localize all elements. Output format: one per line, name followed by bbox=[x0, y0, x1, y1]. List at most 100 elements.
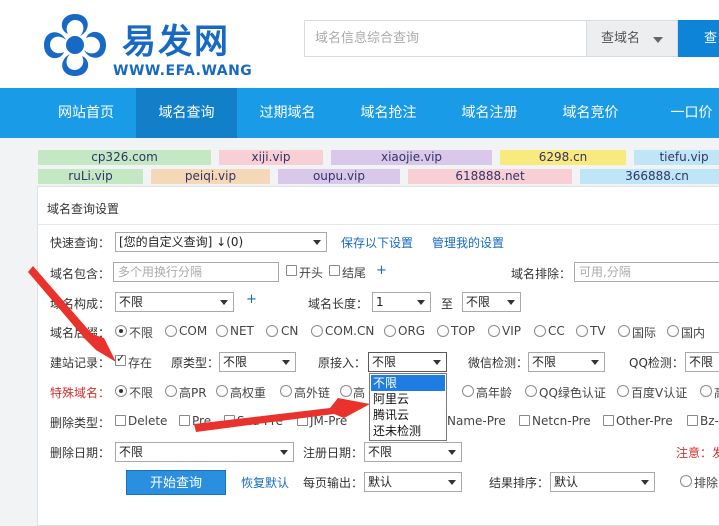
sort-label: 结果排序： bbox=[489, 476, 550, 490]
caret-down-icon bbox=[591, 360, 599, 365]
length-min-select[interactable]: 1 bbox=[372, 292, 431, 312]
origin-access-select[interactable]: 不限 bbox=[368, 352, 447, 372]
domain-chip[interactable]: tiefu.vip bbox=[634, 150, 719, 165]
suffix-radio[interactable] bbox=[165, 325, 177, 337]
caret-down-icon bbox=[282, 360, 290, 365]
domain-chip[interactable]: 366888.cn bbox=[580, 169, 719, 184]
delete-type-checkbox[interactable] bbox=[519, 415, 530, 426]
special-radio[interactable] bbox=[462, 385, 474, 397]
suffix-radio[interactable] bbox=[488, 325, 500, 337]
special-radio[interactable] bbox=[525, 385, 537, 397]
domain-chip[interactable]: 618888.net bbox=[408, 169, 572, 184]
starts-with-checkbox[interactable] bbox=[286, 265, 297, 276]
domain-chip[interactable]: 6298.cn bbox=[500, 150, 626, 165]
compose-select[interactable]: 不限 bbox=[115, 292, 234, 312]
delete-date-label: 删除日期： bbox=[50, 446, 111, 460]
ends-with-checkbox[interactable] bbox=[329, 265, 340, 276]
manage-settings-link[interactable]: 管理我的设置 bbox=[432, 234, 504, 251]
special-radio[interactable] bbox=[115, 385, 127, 397]
special-radio[interactable] bbox=[280, 385, 292, 397]
nav-home[interactable]: 网站首页 bbox=[36, 88, 136, 138]
domain-chip[interactable]: xiaojie.vip bbox=[331, 150, 492, 165]
nav-register[interactable]: 域名注册 bbox=[439, 88, 540, 138]
wechat-check-select[interactable]: 不限 bbox=[528, 352, 605, 372]
nav-expired[interactable]: 过期域名 bbox=[237, 88, 338, 138]
domain-chip[interactable]: xiji.vip bbox=[219, 150, 323, 165]
suffix-radio[interactable] bbox=[576, 325, 588, 337]
special-radio[interactable] bbox=[700, 385, 712, 397]
suffix-radio[interactable] bbox=[618, 325, 630, 337]
nav-snap[interactable]: 域名抢注 bbox=[338, 88, 439, 138]
delete-type-checkbox[interactable] bbox=[115, 415, 126, 426]
per-page-label: 每页输出： bbox=[303, 476, 364, 490]
caret-down-icon bbox=[448, 480, 456, 485]
suffix-radio[interactable] bbox=[437, 325, 449, 337]
dropdown-option[interactable]: 阿里云 bbox=[371, 391, 445, 407]
quick-query-select[interactable]: [您的自定义查询] ↓(0) bbox=[115, 232, 327, 252]
special-option: 高 bbox=[714, 384, 719, 401]
reset-default-link[interactable]: 恢复默认 bbox=[241, 474, 289, 491]
contain-label: 域名包含： bbox=[50, 267, 111, 281]
caret-down-icon bbox=[417, 300, 425, 305]
domain-chip[interactable]: cp326.com bbox=[38, 150, 211, 165]
delete-type-checkbox[interactable] bbox=[297, 415, 308, 426]
reg-date-select[interactable]: 不限 bbox=[364, 442, 462, 462]
logo-icon[interactable] bbox=[40, 10, 110, 80]
delete-type-checkbox[interactable] bbox=[687, 415, 698, 426]
nav-fixed-price[interactable]: 一口价 bbox=[641, 88, 719, 138]
add-icon[interactable]: + bbox=[376, 263, 387, 278]
caret-down-icon bbox=[653, 37, 663, 43]
save-settings-link[interactable]: 保存以下设置 bbox=[341, 234, 413, 251]
qq-check-select[interactable]: 不限 bbox=[685, 352, 719, 372]
special-radio[interactable] bbox=[165, 385, 177, 397]
special-option: 高 bbox=[353, 386, 366, 400]
search-input[interactable] bbox=[305, 21, 586, 56]
nav-domain-query[interactable]: 域名查询 bbox=[136, 88, 237, 138]
special-radio[interactable] bbox=[340, 385, 352, 397]
delete-date-select[interactable]: 不限 bbox=[115, 442, 294, 462]
search-type-select[interactable]: 查域名 bbox=[586, 20, 678, 57]
suffix-radio[interactable] bbox=[384, 325, 396, 337]
exclude-radio[interactable] bbox=[680, 475, 692, 487]
suffix-radio[interactable] bbox=[311, 325, 323, 337]
origin-type-select[interactable]: 不限 bbox=[219, 352, 296, 372]
logo-url[interactable]: WWW.EFA.WANG bbox=[113, 63, 252, 79]
domain-chip[interactable]: oupu.vip bbox=[278, 169, 400, 184]
nav-auction[interactable]: 域名竞价 bbox=[540, 88, 641, 138]
suffix-option: NET bbox=[230, 324, 254, 338]
quick-query-label: 快速查询： bbox=[50, 236, 111, 250]
domain-chip[interactable]: ruLi.vip bbox=[38, 169, 143, 184]
dropdown-option[interactable]: 腾讯云 bbox=[371, 407, 445, 423]
suffix-option: COM.CN bbox=[325, 324, 375, 338]
special-radio[interactable] bbox=[216, 385, 228, 397]
qq-check-value: 不限 bbox=[689, 355, 714, 369]
delete-type-option: Delete bbox=[128, 414, 168, 428]
logo-title[interactable]: 易发网 bbox=[122, 14, 230, 63]
search-button[interactable]: 查询 bbox=[678, 20, 719, 83]
special-radio[interactable] bbox=[617, 385, 629, 397]
sort-select[interactable]: 默认 bbox=[550, 472, 655, 492]
reg-date-value: 不限 bbox=[368, 445, 393, 459]
suffix-radio[interactable] bbox=[667, 325, 679, 337]
domain-chip[interactable]: peiqi.vip bbox=[151, 169, 270, 184]
add-icon[interactable]: + bbox=[246, 292, 257, 307]
site-exists-checkbox[interactable] bbox=[115, 352, 126, 366]
start-query-button[interactable]: 开始查询 bbox=[126, 470, 226, 495]
suffix-radio[interactable] bbox=[266, 325, 278, 337]
length-max-select[interactable]: 不限 bbox=[462, 292, 521, 312]
suffix-radio[interactable] bbox=[216, 325, 228, 337]
caret-down-icon bbox=[220, 300, 228, 305]
dropdown-option[interactable]: 不限 bbox=[371, 375, 445, 391]
delete-type-checkbox[interactable] bbox=[224, 415, 235, 426]
delete-type-checkbox[interactable] bbox=[179, 415, 190, 426]
per-page-select[interactable]: 默认 bbox=[364, 472, 462, 492]
delete-date-value: 不限 bbox=[119, 445, 144, 459]
suffix-radio[interactable] bbox=[534, 325, 546, 337]
delete-type-option: Netcn-Pre bbox=[532, 414, 591, 428]
exclude-input[interactable]: 可用,分隔 bbox=[574, 262, 719, 282]
delete-type-checkbox[interactable] bbox=[603, 415, 614, 426]
contain-input[interactable]: 多个用换行分隔 bbox=[113, 262, 279, 282]
suffix-radio[interactable] bbox=[115, 325, 127, 337]
dropdown-option[interactable]: 还未检测 bbox=[371, 423, 445, 439]
site-record-label: 建站记录： bbox=[50, 356, 111, 370]
